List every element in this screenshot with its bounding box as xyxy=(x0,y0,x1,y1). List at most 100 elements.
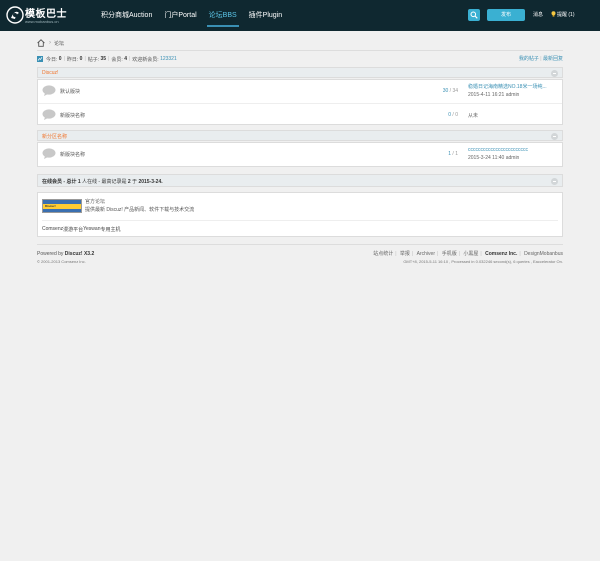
footer-links: 站点统计 | 举报 | Archiver | 手机版 | 小黑屋 | Comsenz In… xyxy=(373,251,563,264)
stat-posts-label: 帖子: xyxy=(87,56,100,63)
site-logo[interactable]: 模板巴士 www.mobanbus.cn xyxy=(6,4,72,28)
category-forums-discuz: 默认版块 30 / 34 稳婚日记海南精选NO.18米一场纯... 2015-4… xyxy=(37,79,563,125)
my-posts-link[interactable]: 我的帖子 xyxy=(519,56,539,62)
last-post-meta: 2015-4-11 16:21 admin xyxy=(468,92,520,98)
reminders-link[interactable]: 提醒 (1) xyxy=(557,11,575,18)
forum-row: 新版块名称 0 / 0 从未 xyxy=(38,103,562,125)
newest-member-link[interactable]: 123321 xyxy=(160,56,177,62)
last-post-link[interactable]: 稳婚日记海南精选NO.18米一场纯... xyxy=(468,84,547,90)
friend-link[interactable]: Comsenz xyxy=(42,226,63,233)
category-title[interactable]: 新分区名称 xyxy=(42,133,67,140)
design-label: Design xyxy=(524,251,540,257)
online-total: 1 xyxy=(77,179,81,185)
home-icon[interactable] xyxy=(37,39,45,47)
stat-members-label: 会员: xyxy=(111,56,123,63)
designer-link[interactable]: Mobanbus xyxy=(540,251,563,257)
breadcrumb-forum[interactable]: 论坛 xyxy=(54,40,64,47)
stat-newest-label: 欢迎新会员: xyxy=(132,56,159,63)
friend-link[interactable]: 漫游平台 xyxy=(63,226,83,233)
online-on: 于 xyxy=(132,179,138,185)
last-post-link[interactable]: cccccccccccccccccccccccc xyxy=(468,147,528,153)
stat-yesterday-value: 0 xyxy=(79,56,83,62)
partner-logo-text: Discuz! xyxy=(45,204,56,208)
friend-links: Comsenz 漫游平台 Yeswan 专用主机 xyxy=(42,226,121,233)
forum-last-post: cccccccccccccccccccccccc 2015-3-24 11:40… xyxy=(468,146,528,162)
stat-today-label: 今日: xyxy=(46,56,58,63)
logo-url: www.mobanbus.cn xyxy=(25,19,59,24)
forum-post-count: 0 xyxy=(455,112,458,118)
partner-logo[interactable]: Discuz! xyxy=(42,199,82,213)
forum-counts: 0 / 0 xyxy=(448,112,458,118)
collapse-icon[interactable] xyxy=(551,133,558,140)
footer-link-stats[interactable]: 站点统计 xyxy=(373,251,393,257)
breadcrumb-separator: › xyxy=(49,40,51,46)
friend-links-box: Discuz! 官方论坛 提供最新 Discuz! 产品新闻、软件下载与技术交流… xyxy=(37,192,563,237)
footer-credits: Powered by Discuz! X3.2 © 2001-2013 Coms… xyxy=(37,250,94,266)
online-summary: 在线会员 - 总计 1 人在线 - 最高记录是 2 于 2015-3-24. xyxy=(42,178,163,185)
reminder-bulb-icon xyxy=(551,11,556,17)
nav-item-bbs[interactable]: 论坛BBS xyxy=(203,0,243,31)
breadcrumb-divider xyxy=(37,50,563,51)
last-post-never: 从未 xyxy=(468,113,479,119)
forum-thread-count: 30 xyxy=(442,88,449,94)
forum-thread-count: 0 xyxy=(448,112,452,118)
partner-name[interactable]: 官方论坛 xyxy=(85,198,105,205)
forum-post-count: 1 xyxy=(455,151,458,157)
forum-row: 新版块名称 1 / 1 cccccccccccccccccccccccc 201… xyxy=(38,143,562,165)
forum-name[interactable]: 新版块名称 xyxy=(60,112,85,119)
forum-name[interactable]: 默认版块 xyxy=(60,88,80,95)
category-title[interactable]: Discuz! xyxy=(42,70,58,76)
forum-thread-count: 1 xyxy=(448,151,452,157)
stat-members-value: 4 xyxy=(124,56,127,62)
online-members-header: 在线会员 - 总计 1 人在线 - 最高记录是 2 于 2015-3-24. xyxy=(37,174,563,187)
forum-counts: 1 / 1 xyxy=(448,151,458,157)
stat-posts-value: 35 xyxy=(100,56,107,62)
search-icon xyxy=(470,11,478,19)
forum-post-count: 34 xyxy=(452,88,458,94)
forum-bubble-icon xyxy=(42,148,56,159)
stat-today-value: 0 xyxy=(58,56,62,62)
footer-link-blacklist[interactable]: 小黑屋 xyxy=(463,251,478,257)
quick-links: 我的帖子 | 最新回复 xyxy=(518,56,563,62)
forum-last-post: 稳婚日记海南精选NO.18米一场纯... 2015-4-11 16:21 adm… xyxy=(468,83,547,99)
nav-item-portal[interactable]: 门户Portal xyxy=(158,0,202,31)
collapse-icon[interactable] xyxy=(551,70,558,77)
online-max: 2 xyxy=(127,179,131,185)
category-header-new: 新分区名称 xyxy=(37,130,563,141)
online-title[interactable]: 在线会员 - 总计 xyxy=(42,179,76,185)
footer-company-link[interactable]: Comsenz Inc. xyxy=(485,251,517,257)
forum-bubble-icon xyxy=(42,109,56,120)
footer-link-mobile[interactable]: 手机版 xyxy=(442,251,457,257)
powered-by-label: Powered by xyxy=(37,251,64,257)
category-header-discuz: Discuz! xyxy=(37,67,563,78)
top-navbar: 模板巴士 www.mobanbus.cn 积分商城Auction 门户Porta… xyxy=(0,0,600,31)
logo-title: 模板巴士 xyxy=(25,9,67,20)
partner-description: 提供最新 Discuz! 产品新闻、软件下载与技术交流 xyxy=(85,207,195,213)
search-button[interactable] xyxy=(468,9,480,21)
stats-chart-icon xyxy=(37,56,43,62)
copyright-text: © 2001-2013 Comsenz Inc. xyxy=(37,259,86,264)
forum-stats: 今日: 0 | 昨日: 0 | 帖子: 35 | 会员: 4 | 欢迎新会员: … xyxy=(37,55,177,63)
breadcrumb: › 论坛 xyxy=(37,38,64,48)
logo-emblem-icon xyxy=(6,6,24,24)
messages-link[interactable]: 消息 xyxy=(533,11,543,18)
nav-item-plugin[interactable]: 插件Plugin xyxy=(243,0,288,31)
online-date: 2015-3-24. xyxy=(138,179,163,185)
product-link[interactable]: Discuz! X3.2 xyxy=(65,251,94,257)
last-post-meta: 2015-3-24 11:40 admin xyxy=(468,155,520,161)
online-mid: 人在线 - 最高记录是 xyxy=(82,179,127,185)
forum-name[interactable]: 新版块名称 xyxy=(60,151,85,158)
footer-link-report[interactable]: 举报 xyxy=(400,251,410,257)
expand-icon[interactable] xyxy=(551,178,558,185)
forum-counts: 30 / 34 xyxy=(442,88,458,94)
footer-link-archiver[interactable]: Archiver xyxy=(417,251,435,257)
friend-link[interactable]: 专用主机 xyxy=(100,226,120,233)
nav-item-auction[interactable]: 积分商城Auction xyxy=(95,0,158,31)
post-button[interactable]: 发布 xyxy=(487,9,525,21)
friend-link[interactable]: Yeswan xyxy=(83,226,100,233)
footer-divider xyxy=(37,244,563,245)
latest-replies-link[interactable]: 最新回复 xyxy=(543,56,563,62)
category-forums-new: 新版块名称 1 / 1 cccccccccccccccccccccccc 201… xyxy=(37,142,563,167)
links-divider xyxy=(42,220,558,221)
main-nav: 积分商城Auction 门户Portal 论坛BBS 插件Plugin xyxy=(95,0,288,31)
